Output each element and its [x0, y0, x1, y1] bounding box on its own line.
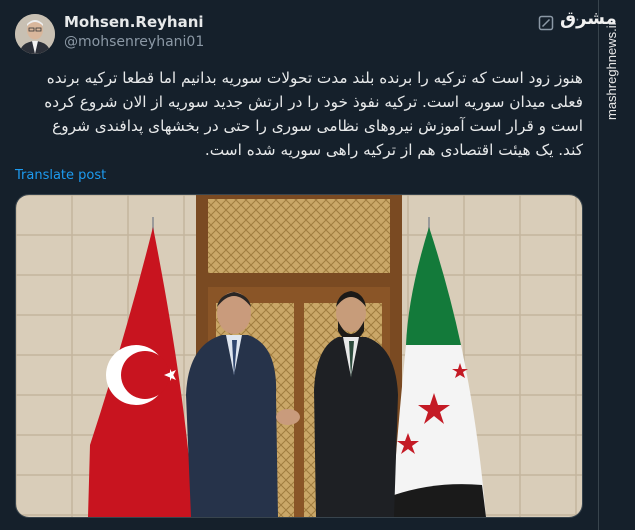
grok-icon[interactable] [538, 15, 554, 31]
tweet-text: هنوز زود است که ترکیه را برنده بلند مدت … [15, 66, 583, 162]
author-handle[interactable]: @mohsenreyhani01 [64, 34, 204, 50]
tweet-text-line: هنوز زود است که ترکیه را برنده بلند مدت … [46, 69, 583, 87]
watermark-site: mashreghnews.ir [604, 21, 619, 120]
tweet-text-line: است و قرار است آموزش نیروهای نظامی سوری … [52, 117, 583, 135]
avatar[interactable] [15, 14, 55, 54]
tweet-card[interactable]: Mohsen.Reyhani @mohsenreyhani01 ⋯ هنوز ز… [0, 0, 598, 530]
tweet-text-line: فعلی میدان سوریه است. ترکیه نفوذ خود را … [44, 93, 583, 111]
translate-post-link[interactable]: Translate post [15, 168, 106, 183]
tweet-photo[interactable] [15, 194, 583, 518]
author-name[interactable]: Mohsen.Reyhani [64, 13, 204, 31]
column-divider [598, 0, 599, 530]
tweet-text-line: کند. یک هیئت اقتصادی هم از ترکیه راهی سو… [204, 141, 583, 159]
